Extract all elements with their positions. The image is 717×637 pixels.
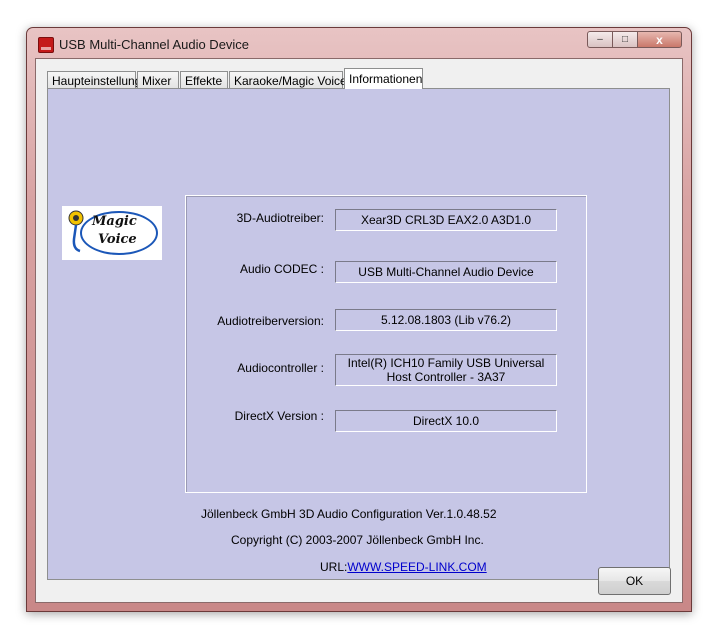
application-window: USB Multi-Channel Audio Device – □ x Hau… xyxy=(26,27,692,612)
speed-link-url[interactable]: WWW.SPEED-LINK.COM xyxy=(347,560,486,574)
tab-effekte[interactable]: Effekte xyxy=(180,71,228,88)
value-audiocontroller: Intel(R) ICH10 Family USB Universal Host… xyxy=(335,354,557,386)
label-audio-codec: Audio CODEC : xyxy=(239,262,324,276)
value-3d-audiotreiber: Xear3D CRL3D EAX2.0 A3D1.0 xyxy=(335,209,557,231)
app-icon xyxy=(38,37,54,53)
config-version-text: Jöllenbeck GmbH 3D Audio Configuration V… xyxy=(201,507,497,521)
url-row: URL:WWW.SPEED-LINK.COM xyxy=(320,560,487,574)
minimize-button[interactable]: – xyxy=(587,31,613,48)
value-directx-version: DirectX 10.0 xyxy=(335,410,557,432)
informationen-panel: Magic Voice 3D-Audiotreiber: Xear3D CRL3… xyxy=(47,88,670,580)
label-audiocontroller: Audiocontroller : xyxy=(237,361,324,375)
window-title: USB Multi-Channel Audio Device xyxy=(59,37,250,52)
tab-haupteinstellung[interactable]: Haupteinstellung xyxy=(47,71,141,88)
label-3d-audiotreiber: 3D-Audiotreiber: xyxy=(236,211,324,225)
value-audiotreiberversion: 5.12.08.1803 (Lib v76.2) xyxy=(335,309,557,331)
value-audio-codec: USB Multi-Channel Audio Device xyxy=(335,261,557,283)
maximize-button[interactable]: □ xyxy=(612,31,638,48)
title-bar[interactable]: USB Multi-Channel Audio Device – □ x xyxy=(27,28,691,58)
logo-text-voice: Voice xyxy=(98,232,137,247)
magic-voice-logo: Magic Voice xyxy=(62,206,162,260)
label-directx-version: DirectX Version : xyxy=(234,409,324,423)
tab-karaoke-magic-voice[interactable]: Karaoke/Magic Voice xyxy=(229,71,347,88)
ok-button[interactable]: OK xyxy=(598,567,671,595)
info-group-box: 3D-Audiotreiber: Xear3D CRL3D EAX2.0 A3D… xyxy=(185,195,587,493)
tab-informationen[interactable]: Informationen xyxy=(344,68,423,89)
close-button[interactable]: x xyxy=(637,31,682,48)
url-label: URL: xyxy=(320,560,348,574)
copyright-text: Copyright (C) 2003-2007 Jöllenbeck GmbH … xyxy=(231,533,484,547)
logo-text-magic: Magic xyxy=(92,214,137,229)
label-audiotreiberversion: Audiotreiberversion: xyxy=(217,314,324,328)
tab-mixer[interactable]: Mixer xyxy=(137,71,179,88)
dialog-client-area: Haupteinstellung Mixer Effekte Karaoke/M… xyxy=(35,58,683,603)
